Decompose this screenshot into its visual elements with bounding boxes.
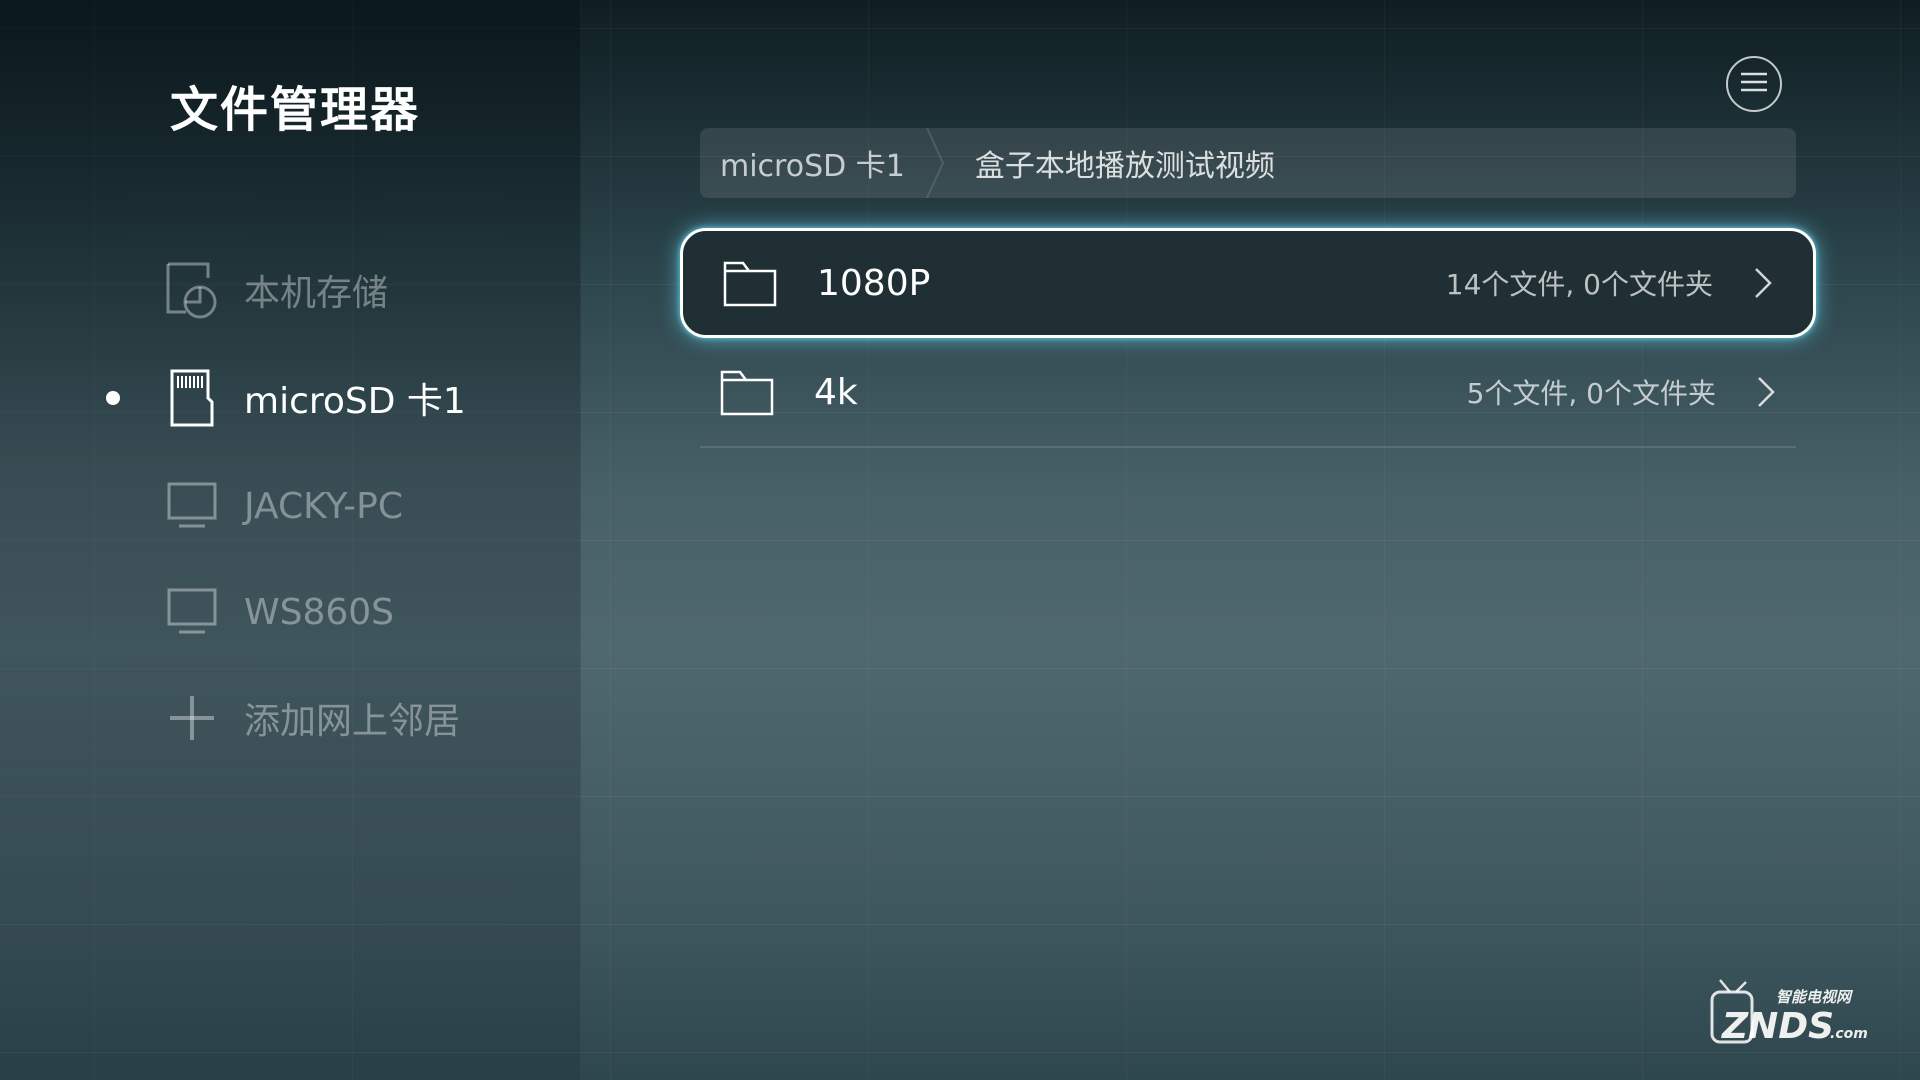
- folder-icon: [723, 259, 777, 307]
- file-info: 14个文件, 0个文件夹: [1445, 268, 1713, 301]
- selection-dot: [106, 391, 120, 405]
- hamburger-menu-icon: [1740, 71, 1768, 97]
- menu-button[interactable]: [1726, 56, 1782, 112]
- selection-dot: [106, 605, 120, 619]
- watermark-suffix: .com: [1830, 1026, 1868, 1042]
- file-name: 1080P: [817, 262, 931, 304]
- breadcrumb-item-current[interactable]: 盒子本地播放测试视频: [945, 128, 1275, 198]
- breadcrumb-item-root[interactable]: microSD 卡1: [700, 128, 925, 198]
- sidebar-item-label: JACKY-PC: [244, 485, 403, 527]
- selection-dot: [106, 499, 120, 513]
- local-storage-icon: [164, 260, 220, 320]
- sidebar-item-jacky-pc[interactable]: JACKY-PC: [100, 466, 560, 546]
- monitor-icon: [164, 582, 220, 642]
- sidebar-item-add-network-neighbor[interactable]: 添加网上邻居: [100, 678, 560, 758]
- znds-watermark-logo: 智能电视网 ZNDS .com: [1706, 978, 1876, 1047]
- sidebar-item-label: WS860S: [244, 591, 395, 633]
- sd-card-icon: [164, 368, 220, 428]
- selection-dot: [106, 711, 120, 725]
- watermark-top-text: 智能电视网: [1776, 988, 1854, 1006]
- sidebar-item-label: microSD 卡1: [244, 381, 466, 422]
- monitor-icon: [164, 476, 220, 536]
- plus-icon: [164, 688, 220, 748]
- sidebar-item-ws860s[interactable]: WS860S: [100, 572, 560, 652]
- sidebar-item-label: 本机存储: [244, 273, 389, 314]
- breadcrumb: microSD 卡1 盒子本地播放测试视频: [700, 128, 1796, 198]
- file-name: 4k: [814, 371, 858, 413]
- chevron-right-icon: [1751, 265, 1775, 301]
- sidebar-item-local-storage[interactable]: 本机存储: [100, 250, 560, 330]
- file-info: 5个文件, 0个文件夹: [1466, 377, 1716, 410]
- sidebar-item-microsd[interactable]: microSD 卡1: [100, 358, 560, 438]
- breadcrumb-separator-icon: [925, 128, 945, 198]
- app-title: 文件管理器: [170, 82, 421, 138]
- chevron-right-icon: [1754, 374, 1778, 410]
- watermark-main-text: ZNDS: [1721, 1006, 1834, 1046]
- folder-icon: [720, 368, 774, 416]
- file-row-4k[interactable]: 4k 5个文件, 0个文件夹: [700, 338, 1796, 448]
- selection-dot: [106, 283, 120, 297]
- file-list: 1080P 14个文件, 0个文件夹 4k 5个文件, 0个文件夹: [680, 228, 1816, 448]
- sidebar-item-label: 添加网上邻居: [244, 701, 461, 742]
- file-row-1080p[interactable]: 1080P 14个文件, 0个文件夹: [680, 228, 1816, 338]
